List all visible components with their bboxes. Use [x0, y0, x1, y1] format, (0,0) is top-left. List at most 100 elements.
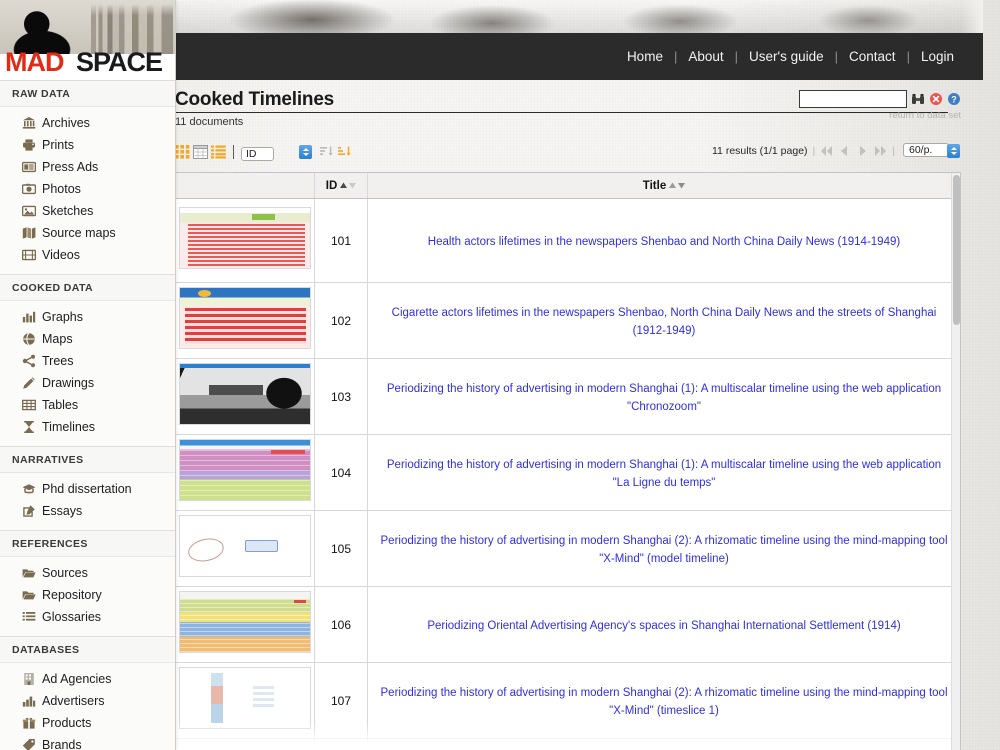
sort-field-value: ID — [241, 147, 274, 161]
row-title-cell: Periodizing the history of advertising i… — [367, 358, 960, 435]
sidebar-item-videos[interactable]: Videos — [0, 244, 175, 266]
clear-x-icon[interactable] — [929, 92, 943, 106]
topnav-item-user-s-guide[interactable]: User's guide — [738, 49, 835, 64]
id-sort-asc-icon[interactable] — [340, 180, 348, 192]
last-page-icon[interactable] — [874, 145, 887, 157]
per-page-value: 60/p. — [903, 143, 950, 157]
table-row[interactable]: 103 Periodizing the history of advertisin… — [176, 358, 960, 435]
table-row[interactable]: 106 Periodizing Oriental Advertising Agen… — [176, 586, 960, 663]
sidebar-item-label: Tables — [42, 398, 79, 412]
row-thumbnail-cell[interactable] — [176, 434, 315, 511]
row-thumbnail-cell[interactable] — [176, 662, 315, 739]
sidebar-item-products[interactable]: Products — [0, 712, 175, 734]
sidebar-item-prints[interactable]: Prints — [0, 134, 175, 156]
document-thumbnail[interactable] — [179, 591, 311, 653]
topnav-item-contact[interactable]: Contact — [838, 49, 907, 64]
sidebar-item-source-maps[interactable]: Source maps — [0, 222, 175, 244]
sidebar-item-graphs[interactable]: Graphs — [0, 306, 175, 328]
search-input[interactable] — [799, 90, 907, 108]
table-row[interactable]: 107 Periodizing the history of advertisin… — [176, 662, 960, 739]
sidebar-item-press-ads[interactable]: Press Ads — [0, 156, 175, 178]
sidebar-item-label: Prints — [42, 138, 74, 152]
document-title-link[interactable]: Periodizing the history of advertising i… — [381, 687, 948, 717]
first-page-icon[interactable] — [820, 145, 833, 157]
grid-view-icon[interactable] — [175, 145, 190, 159]
row-title-cell: Periodizing the history of advertising i… — [367, 738, 960, 750]
sidebar-item-tables[interactable]: Tables — [0, 394, 175, 416]
document-title-link[interactable]: Cigarette actors lifetimes in the newspa… — [392, 307, 937, 337]
sidebar-section-body: Archives Prints Press Ads Photos Sketches Sou… — [0, 107, 175, 274]
per-page-select[interactable]: 60/p. — [903, 143, 961, 159]
site-logo[interactable]: MAD SPACE — [0, 0, 175, 80]
sidebar-item-ad-agencies[interactable]: Ad Agencies — [0, 668, 175, 690]
share-tree-icon — [22, 354, 36, 368]
previous-page-icon[interactable] — [838, 145, 851, 157]
view-mode-toggles — [175, 145, 226, 159]
document-title-link[interactable]: Periodizing the history of advertising i… — [381, 535, 948, 565]
document-thumbnail[interactable] — [179, 207, 311, 269]
sort-field-stepper-icon[interactable] — [299, 145, 312, 159]
sidebar-item-brands[interactable]: Brands — [0, 734, 175, 750]
sidebar-item-maps[interactable]: Maps — [0, 328, 175, 350]
sidebar-item-sketches[interactable]: Sketches — [0, 200, 175, 222]
document-title-link[interactable]: Periodizing the history of advertising i… — [387, 383, 941, 413]
title-sort-asc-icon[interactable] — [669, 180, 677, 192]
topnav-item-about[interactable]: About — [677, 49, 734, 64]
row-thumbnail-cell[interactable] — [176, 510, 315, 587]
topnav-item-login[interactable]: Login — [910, 49, 965, 64]
top-navigation: Home | About | User's guide | Contact | Login — [165, 33, 983, 80]
edit-square-icon — [22, 504, 36, 518]
title-sort-desc-icon[interactable] — [678, 180, 686, 192]
sort-ascending-icon[interactable] — [320, 145, 335, 159]
next-page-icon[interactable] — [856, 145, 869, 157]
sidebar-item-trees[interactable]: Trees — [0, 350, 175, 372]
row-title-cell: Periodizing Oriental Advertising Agency'… — [367, 586, 960, 663]
pencil-icon — [22, 376, 36, 390]
topnav-item-home[interactable]: Home — [616, 49, 674, 64]
document-title-link[interactable]: Periodizing the history of advertising i… — [387, 459, 941, 489]
per-page-stepper-icon[interactable] — [947, 144, 960, 158]
sidebar-item-label: Products — [42, 716, 92, 730]
document-title-link[interactable]: Health actors lifetimes in the newspaper… — [428, 236, 900, 248]
results-count-text: 11 results (1/1 page) — [712, 145, 808, 157]
id-sort-desc-icon[interactable] — [349, 180, 357, 192]
table-row[interactable]: 105 Periodizing the history of advertisin… — [176, 510, 960, 587]
table-row[interactable]: 108Periodizing the history of advertisin… — [176, 738, 960, 750]
row-thumbnail-cell[interactable] — [176, 198, 315, 283]
table-row[interactable]: 102 Cigarette actors lifetimes in the new… — [176, 282, 960, 359]
sidebar-item-photos[interactable]: Photos — [0, 178, 175, 200]
sidebar-item-repository[interactable]: Repository — [0, 584, 175, 606]
list-view-icon[interactable] — [211, 145, 226, 159]
table-row[interactable]: 101 Health actors lifetimes in the newspa… — [176, 198, 960, 283]
sidebar-item-phd-dissertation[interactable]: Phd dissertation — [0, 478, 175, 500]
document-title-link[interactable]: Periodizing Oriental Advertising Agency'… — [427, 620, 900, 632]
document-thumbnail[interactable] — [179, 439, 311, 501]
table-vertical-scrollbar[interactable] — [951, 173, 960, 750]
row-thumbnail-cell[interactable] — [176, 282, 315, 359]
column-header-id[interactable]: ID — [314, 173, 368, 199]
document-thumbnail[interactable] — [179, 515, 311, 577]
sidebar-item-archives[interactable]: Archives — [0, 112, 175, 134]
column-header-title[interactable]: Title — [367, 173, 960, 199]
row-thumbnail-cell[interactable] — [176, 358, 315, 435]
sidebar-item-drawings[interactable]: Drawings — [0, 372, 175, 394]
binoculars-search-icon[interactable] — [911, 92, 925, 106]
sort-descending-icon[interactable] — [338, 145, 353, 159]
sidebar-item-sources[interactable]: Sources — [0, 562, 175, 584]
sidebar-item-advertisers[interactable]: Advertisers — [0, 690, 175, 712]
sort-field-select[interactable]: ID — [241, 144, 313, 161]
sidebar-item-essays[interactable]: Essays — [0, 500, 175, 522]
table-row[interactable]: 104 Periodizing the history of advertisin… — [176, 434, 960, 511]
scrollbar-thumb[interactable] — [953, 175, 960, 325]
table-view-icon[interactable] — [193, 145, 208, 159]
sidebar-item-glossaries[interactable]: Glossaries — [0, 606, 175, 628]
return-to-dataset-link[interactable]: return to data set — [889, 110, 961, 121]
help-question-icon[interactable]: ? — [947, 92, 961, 106]
row-thumbnail-cell[interactable] — [176, 586, 315, 663]
row-thumbnail-cell[interactable] — [176, 738, 315, 750]
document-thumbnail[interactable] — [179, 667, 311, 729]
column-header-id-label: ID — [325, 179, 338, 192]
document-thumbnail[interactable] — [179, 287, 311, 349]
document-thumbnail[interactable] — [179, 363, 311, 425]
sidebar-item-timelines[interactable]: Timelines — [0, 416, 175, 438]
